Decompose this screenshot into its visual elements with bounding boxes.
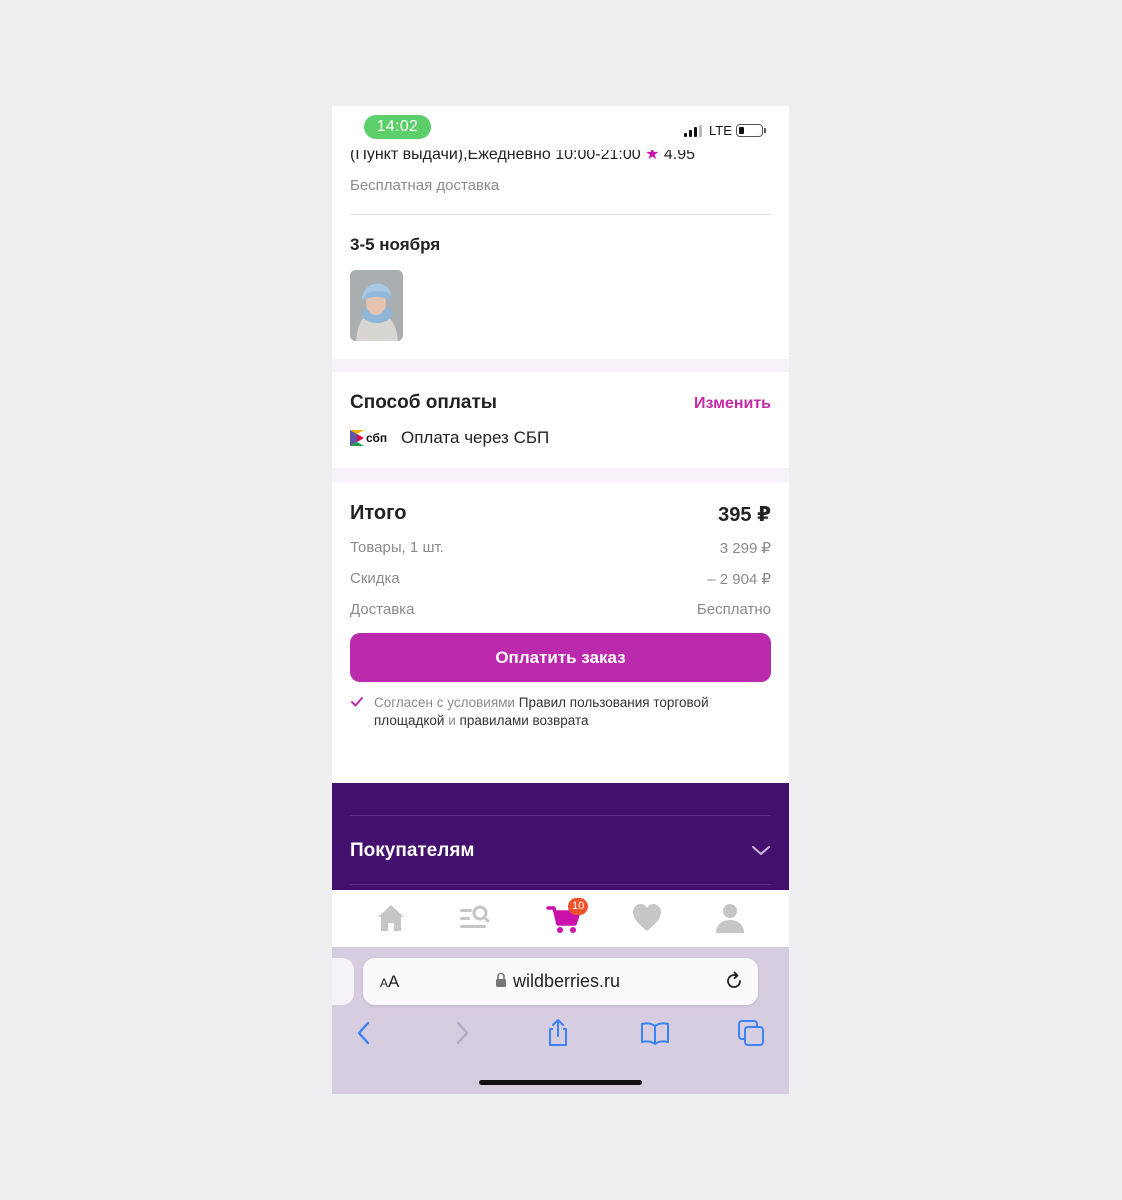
footer-divider (350, 884, 771, 885)
bottom-tab-bar (332, 890, 789, 947)
chevron-down-icon[interactable] (751, 843, 771, 857)
goods-value: 3 299 ₽ (719, 540, 771, 557)
back-icon[interactable] (349, 1018, 379, 1048)
delivery-cost-label: Доставка (350, 601, 415, 618)
product-thumbnail[interactable] (350, 270, 403, 341)
agree-prefix: Согласен с условиями (374, 695, 515, 710)
lock-icon (496, 972, 506, 987)
payment-method-title: Способ оплаты (350, 392, 497, 413)
site-footer: Покупателям (332, 783, 789, 890)
footer-divider (350, 815, 771, 816)
buyers-section-label[interactable]: Покупателям (350, 840, 474, 862)
delivery-date: 3-5 ноября (350, 235, 441, 254)
payment-method-name: Оплата через СБП (401, 428, 550, 447)
forward-icon[interactable] (447, 1018, 477, 1048)
share-icon[interactable] (543, 1018, 573, 1048)
section-gap (332, 468, 789, 482)
pay-order-button[interactable]: Оплатить заказ (350, 633, 771, 682)
cart-count-badge: 10 (568, 898, 589, 915)
status-bar: 14:02 LTE (332, 106, 789, 150)
previous-tab-peek[interactable] (332, 958, 354, 1005)
battery-icon (736, 124, 766, 137)
discount-label: Скидка (350, 570, 400, 587)
home-icon[interactable] (373, 900, 409, 936)
return-rules-link[interactable]: правилами возврата (460, 713, 589, 728)
svg-text:сбп: сбп (366, 431, 387, 445)
reload-icon[interactable] (724, 971, 744, 991)
total-label: Итого (350, 502, 407, 524)
tabs-icon[interactable] (736, 1018, 766, 1048)
bookmarks-icon[interactable] (640, 1018, 670, 1048)
phone-screen: 14:02 LTE (Пункт выдачи),Ежедневно 10:00… (332, 106, 789, 1094)
total-value: 395 ₽ (718, 504, 771, 526)
section-gap (332, 359, 789, 372)
address-bar[interactable]: AA wildberries.ru (363, 958, 758, 1005)
favorites-heart-icon[interactable] (629, 900, 665, 936)
change-payment-link[interactable]: Изменить (694, 395, 771, 413)
goods-label: Товары, 1 шт. (350, 539, 444, 556)
browser-toolbar: AA wildberries.ru (332, 947, 789, 1094)
discount-value: – 2 904 ₽ (707, 571, 771, 588)
catalog-search-icon[interactable] (456, 900, 492, 936)
status-time[interactable]: 14:02 (364, 115, 431, 139)
signal-icon (684, 125, 704, 137)
terms-agreement: Согласен с условиями Правил пользования … (350, 694, 771, 730)
network-type: LTE (709, 123, 732, 138)
home-indicator (479, 1080, 642, 1085)
checkmark-icon[interactable] (350, 695, 364, 709)
free-delivery-label: Бесплатная доставка (350, 177, 500, 194)
profile-icon[interactable] (712, 900, 748, 936)
delivery-cost-value: Бесплатно (696, 601, 771, 618)
sbp-logo: сбп (350, 428, 394, 448)
url-text[interactable]: wildberries.ru (513, 971, 620, 992)
divider (350, 214, 771, 215)
text-size-button[interactable]: AA (380, 972, 399, 992)
agree-and: и (448, 713, 456, 728)
